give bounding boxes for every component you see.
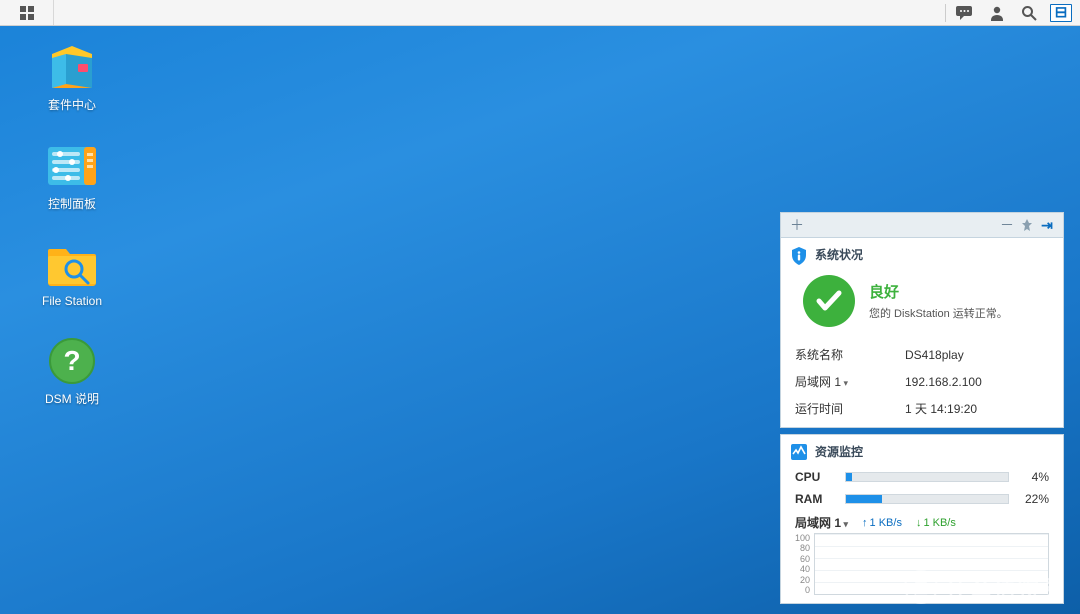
- widget-add-button[interactable]: ＋: [787, 215, 807, 235]
- search-icon[interactable]: [1014, 0, 1044, 26]
- system-health-title: 系统状况: [815, 246, 863, 263]
- net-interface-label[interactable]: 局域网 1: [795, 514, 848, 531]
- status-subtext: 您的 DiskStation 运转正常。: [869, 305, 1008, 321]
- control-panel-label: 控制面板: [48, 195, 96, 212]
- widget-panel: ＋ － ⇥ 系统状况 良好 您的 DiskStation 运转正常。 系统名称 …: [780, 212, 1064, 604]
- file-station-label: File Station: [42, 294, 102, 308]
- net-download: 1 KB/s: [916, 517, 956, 529]
- widget-dock-button[interactable]: ⇥: [1037, 215, 1057, 235]
- package-center-icon[interactable]: 套件中心: [32, 44, 112, 113]
- cpu-value: 4%: [1009, 470, 1049, 484]
- watermark-text: 什么值得买: [946, 571, 1066, 603]
- file-station-icon[interactable]: File Station: [32, 242, 112, 308]
- ram-value: 22%: [1009, 492, 1049, 506]
- desktop-icons: 套件中心 控制面板 File Station ? DSM 说明: [32, 44, 112, 407]
- user-icon[interactable]: [982, 0, 1012, 26]
- control-panel-icon[interactable]: 控制面板: [32, 143, 112, 212]
- uptime-value: 1 天 14:19:20: [905, 400, 977, 417]
- watermark-badge-icon: 值: [904, 570, 938, 604]
- widgets-toggle-icon[interactable]: ⊟: [1046, 0, 1076, 26]
- taskbar: ⊟: [0, 0, 1080, 26]
- status-word: 良好: [869, 281, 1008, 302]
- system-health-card: 系统状况 良好 您的 DiskStation 运转正常。 系统名称 DS418p…: [780, 237, 1064, 428]
- dsm-help-label: DSM 说明: [45, 390, 99, 407]
- widget-header: ＋ － ⇥: [780, 212, 1064, 238]
- ram-bar: [845, 494, 1009, 504]
- status-ok-icon: [803, 275, 855, 327]
- uptime-label: 运行时间: [795, 400, 905, 417]
- lan-value: 192.168.2.100: [905, 375, 982, 389]
- info-icon: [791, 247, 807, 263]
- cpu-label: CPU: [795, 470, 845, 484]
- svg-text:?: ?: [63, 345, 80, 376]
- package-center-label: 套件中心: [48, 96, 96, 113]
- lan-label[interactable]: 局域网 1: [795, 373, 905, 390]
- main-menu-button[interactable]: [0, 0, 54, 25]
- cpu-bar: [845, 472, 1009, 482]
- widget-minimize-button[interactable]: －: [997, 215, 1017, 235]
- notification-icon[interactable]: [950, 0, 980, 26]
- system-name-label: 系统名称: [795, 346, 905, 363]
- system-name-value: DS418play: [905, 348, 964, 362]
- dsm-help-icon[interactable]: ? DSM 说明: [32, 338, 112, 407]
- widget-pin-button[interactable]: [1017, 215, 1037, 235]
- ram-label: RAM: [795, 492, 845, 506]
- watermark: 值 什么值得买: [904, 570, 1066, 604]
- resource-title: 资源监控: [815, 443, 863, 460]
- net-upload: 1 KB/s: [862, 517, 902, 529]
- monitor-icon: [791, 444, 807, 460]
